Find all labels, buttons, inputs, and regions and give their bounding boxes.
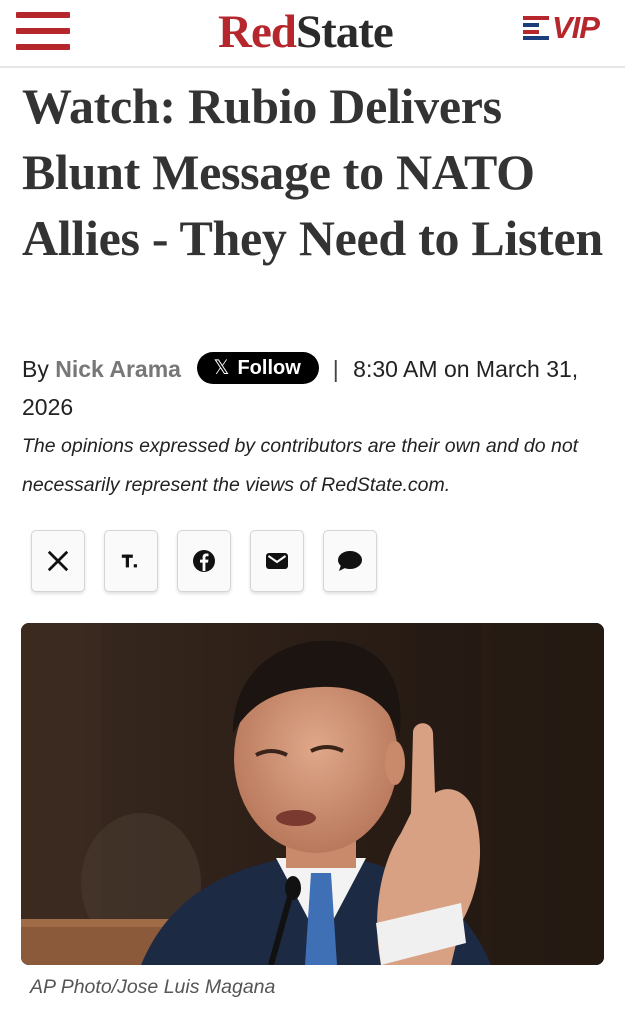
- envelope-icon: [266, 553, 288, 569]
- x-icon: 𝕏: [213, 356, 230, 379]
- site-logo[interactable]: RedState: [218, 6, 394, 58]
- photo-caption: AP Photo/Jose Luis Magana: [30, 976, 276, 998]
- x-follow-button[interactable]: 𝕏 Follow: [197, 351, 319, 384]
- byline: By Nick Arama 𝕏 Follow | 8:30 AM on March …: [22, 350, 612, 426]
- flag-icon: [523, 16, 549, 40]
- byline-separator: |: [332, 356, 339, 382]
- truth-social-share-button[interactable]: [104, 530, 158, 592]
- vip-link[interactable]: VIP: [523, 10, 600, 45]
- truth-social-icon: [121, 554, 137, 568]
- menu-icon[interactable]: [16, 12, 70, 50]
- article-photo: [21, 623, 604, 965]
- facebook-share-button[interactable]: [177, 530, 231, 592]
- byline-prefix: By: [22, 356, 49, 382]
- follow-label: Follow: [237, 356, 301, 379]
- logo-state-part: State: [295, 6, 394, 58]
- comments-button[interactable]: [323, 530, 377, 592]
- x-icon: [47, 550, 69, 572]
- email-share-button[interactable]: [250, 530, 304, 592]
- article-headline: Watch: Rubio Delivers Blunt Message to N…: [22, 78, 603, 266]
- facebook-icon: [193, 550, 215, 572]
- share-bar: [31, 530, 396, 592]
- site-header: RedState VIP: [0, 0, 625, 68]
- comment-bubble-icon: [338, 551, 362, 571]
- opinion-disclaimer: The opinions expressed by contributors a…: [22, 435, 579, 496]
- logo-red-part: Red: [218, 6, 297, 58]
- vip-label: VIP: [552, 10, 600, 45]
- x-share-button[interactable]: [31, 530, 85, 592]
- author-link[interactable]: Nick Arama: [55, 356, 181, 382]
- rubio-photo-illustration: [21, 623, 604, 965]
